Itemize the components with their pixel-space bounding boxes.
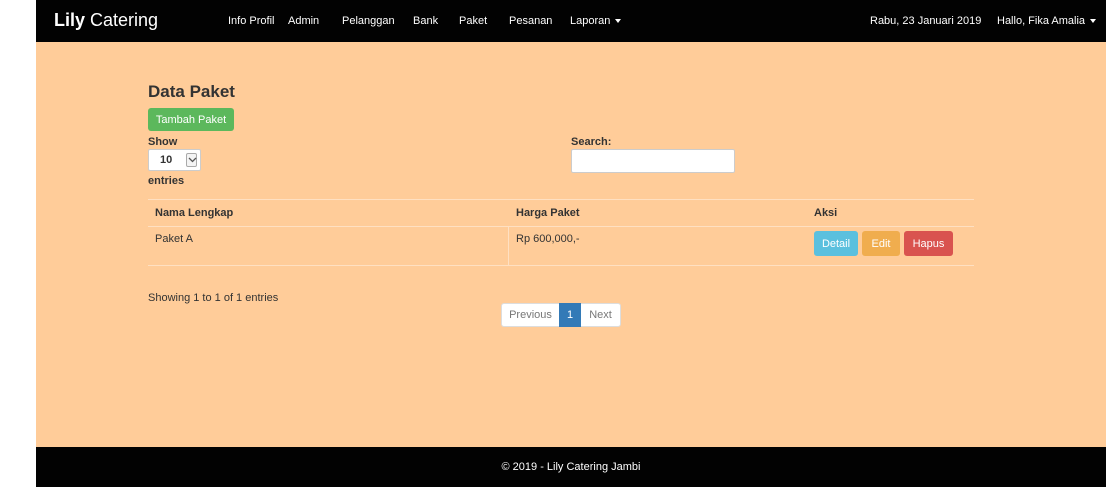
- entries-label: entries: [148, 175, 185, 187]
- cell-harga: Rp 600,000,-: [516, 233, 580, 245]
- detail-button[interactable]: Detail: [814, 231, 858, 256]
- brand-rest-text: Catering: [85, 10, 159, 30]
- nav-pesanan[interactable]: Pesanan: [509, 15, 552, 27]
- nav-laporan-label: Laporan: [570, 15, 611, 27]
- nav-bank[interactable]: Bank: [413, 15, 438, 27]
- brand-logo[interactable]: Lily Catering: [54, 10, 158, 31]
- page-title: Data Paket: [148, 82, 235, 101]
- edit-button[interactable]: Edit: [862, 231, 900, 256]
- show-label: Show: [148, 136, 178, 148]
- caret-down-icon: [1090, 19, 1097, 24]
- page-size-select[interactable]: 10: [148, 149, 201, 171]
- nav-laporan-dropdown[interactable]: Laporan: [570, 15, 622, 27]
- nav-info-profil[interactable]: Info Profil: [228, 15, 274, 27]
- brand-bold-text: Lily: [54, 10, 86, 30]
- previous-page-button[interactable]: Previous: [501, 303, 559, 327]
- search-label: Search:: [571, 136, 612, 148]
- column-divider: [508, 227, 509, 265]
- footer-copyright: © 2019 - Lily Catering Jambi: [501, 461, 641, 473]
- column-header-nama: Nama Lengkap: [155, 207, 234, 219]
- nav-paket[interactable]: Paket: [459, 15, 487, 27]
- page-footer: © 2019 - Lily Catering Jambi: [36, 447, 1106, 487]
- cell-nama: Paket A: [155, 233, 193, 245]
- entries-info: Showing 1 to 1 of 1 entries: [148, 292, 279, 304]
- search-input[interactable]: [571, 149, 735, 173]
- next-page-button[interactable]: Next: [581, 303, 621, 327]
- add-paket-button[interactable]: Tambah Paket: [148, 108, 234, 131]
- pagination: Previous 1 Next: [501, 303, 621, 327]
- nav-pelanggan[interactable]: Pelanggan: [342, 15, 395, 27]
- top-navbar: Lily Catering Info Profil Admin Pelangga…: [36, 0, 1106, 42]
- nav-admin[interactable]: Admin: [288, 15, 319, 27]
- page-1-button[interactable]: 1: [559, 303, 581, 327]
- user-menu-dropdown[interactable]: Hallo, Fika Amalia: [997, 15, 1097, 27]
- chevron-down-icon: [186, 153, 197, 167]
- column-header-aksi: Aksi: [814, 207, 838, 219]
- column-header-harga: Harga Paket: [516, 207, 580, 219]
- main-content: Data Paket Tambah Paket Show 10 entries …: [36, 42, 1106, 447]
- table-top-border: [148, 199, 974, 200]
- user-greeting: Hallo, Fika Amalia: [997, 15, 1086, 27]
- caret-down-icon: [615, 19, 622, 24]
- nav-current-date: Rabu, 23 Januari 2019: [870, 15, 982, 27]
- page-size-value: 10: [160, 154, 173, 166]
- table-bottom-border: [148, 265, 974, 266]
- table-header-border: [148, 226, 974, 227]
- delete-button[interactable]: Hapus: [904, 231, 953, 256]
